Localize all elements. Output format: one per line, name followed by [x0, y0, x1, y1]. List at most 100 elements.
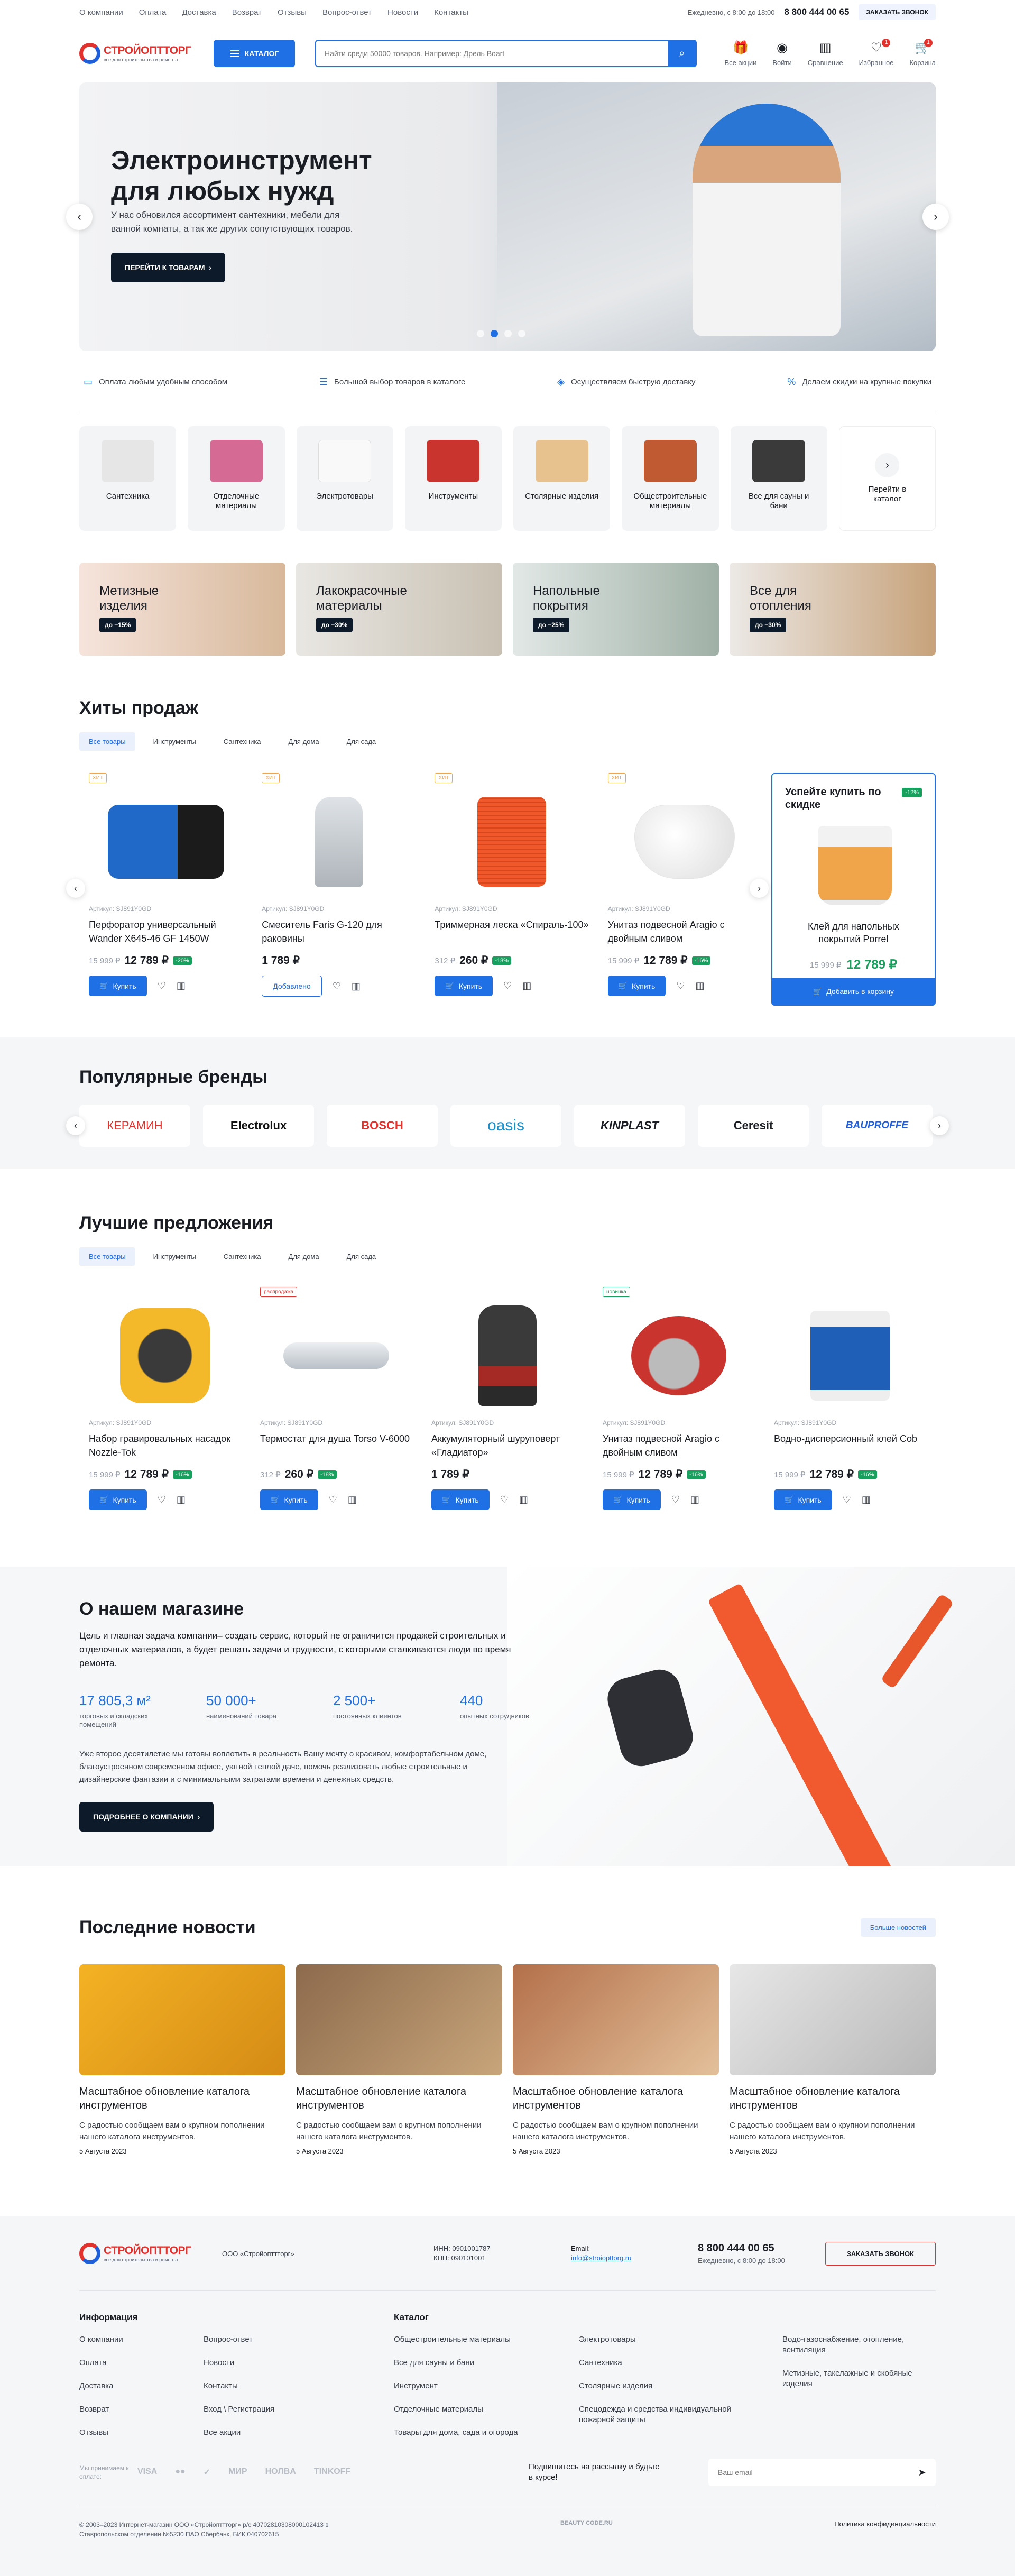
buy-button[interactable]: 🛒 Купить: [89, 1489, 147, 1510]
footer-link[interactable]: О компании: [79, 2334, 204, 2345]
tab-garden[interactable]: Для сада: [337, 732, 386, 751]
top-nav-link[interactable]: Новости: [387, 8, 418, 17]
hero-dot-active[interactable]: [491, 330, 498, 337]
email-link[interactable]: info@stroiopttorg.ru: [571, 2253, 698, 2263]
tab-all[interactable]: Все товары: [79, 732, 135, 751]
footer-link[interactable]: Вопрос-ответ: [204, 2334, 394, 2345]
footer-link[interactable]: Общестроительные материалы: [394, 2334, 579, 2345]
tab-plumbing[interactable]: Сантехника: [214, 1247, 271, 1266]
header-login[interactable]: ◉ Войти: [772, 41, 791, 67]
catalog-button[interactable]: КАТАЛОГ: [214, 40, 295, 67]
product-name[interactable]: Триммерная леска «Спираль-100»: [435, 918, 588, 946]
footer-link[interactable]: Сантехника: [579, 2358, 782, 2368]
product-name[interactable]: Термостат для душа Torso V-6000: [260, 1432, 412, 1460]
category-card[interactable]: Столярные изделия: [513, 426, 611, 531]
logo[interactable]: СТРОЙОПТТОРГ все для строительства и рем…: [79, 43, 211, 64]
send-icon[interactable]: ➤: [908, 2467, 936, 2478]
tab-garden[interactable]: Для сада: [337, 1247, 386, 1266]
hero-prev-arrow[interactable]: ‹: [66, 204, 93, 230]
sale-product-card[interactable]: Успейте купить по скидке -12% Клей для н…: [771, 773, 936, 1006]
heart-icon[interactable]: ♡: [158, 1494, 166, 1505]
compare-icon[interactable]: ▥: [862, 1494, 871, 1505]
news-card[interactable]: Масштабное обновление каталога инструмен…: [513, 1964, 719, 2155]
developer-logo[interactable]: BEAUTY CODE.RU: [560, 2520, 613, 2526]
buy-button[interactable]: 🛒 Купить: [435, 976, 493, 996]
top-nav-link[interactable]: Вопрос-ответ: [322, 8, 372, 17]
heart-icon[interactable]: ♡: [500, 1494, 509, 1505]
brand-logo[interactable]: BOSCH: [327, 1105, 438, 1147]
tab-all[interactable]: Все товары: [79, 1247, 135, 1266]
heart-icon[interactable]: ♡: [676, 980, 685, 991]
heart-icon[interactable]: ♡: [503, 980, 512, 991]
brand-logo[interactable]: КЕРАМИН: [79, 1105, 190, 1147]
top-nav-link[interactable]: О компании: [79, 8, 123, 17]
header-favorites[interactable]: ♡ 1 Избранное: [859, 38, 893, 67]
product-name[interactable]: Смеситель Faris G-120 для раковины: [262, 918, 416, 946]
footer-link[interactable]: Оплата: [79, 2358, 204, 2368]
footer-link[interactable]: Отделочные материалы: [394, 2404, 579, 2415]
more-news-button[interactable]: Больше новостей: [860, 1918, 936, 1937]
hero-dot[interactable]: [477, 330, 484, 337]
footer-callback-button[interactable]: ЗАКАЗАТЬ ЗВОНОК: [825, 2241, 936, 2266]
promo-banner[interactable]: Все для отопления до −30%: [730, 563, 936, 656]
compare-icon[interactable]: ▥: [690, 1494, 699, 1505]
heart-icon[interactable]: ♡: [843, 1494, 851, 1505]
promo-banner[interactable]: Метизные изделия до −15%: [79, 563, 285, 656]
brand-logo[interactable]: Electrolux: [203, 1105, 314, 1147]
phone-number[interactable]: 8 800 444 00 65: [698, 2242, 809, 2255]
product-name[interactable]: Набор гравировальных насадок Nozzle-Tok: [89, 1432, 241, 1460]
added-button[interactable]: Добавлено: [262, 976, 322, 997]
top-nav-link[interactable]: Возврат: [232, 8, 262, 17]
brands-next-arrow[interactable]: ›: [930, 1116, 949, 1135]
buy-button[interactable]: 🛒 Купить: [431, 1489, 490, 1510]
footer-link[interactable]: Контакты: [204, 2381, 394, 2391]
product-card[interactable]: ХИТ Артикул: SJ891Y0GD Смеситель Faris G…: [252, 773, 425, 1011]
header-sales[interactable]: 🎁 Все акции: [724, 41, 756, 67]
news-card[interactable]: Масштабное обновление каталога инструмен…: [79, 1964, 285, 2155]
footer-link[interactable]: Инструмент: [394, 2381, 579, 2391]
compare-icon[interactable]: ▥: [695, 980, 704, 991]
header-cart[interactable]: 🛒 1 Корзина: [909, 38, 936, 67]
buy-button[interactable]: 🛒 Купить: [603, 1489, 661, 1510]
category-card[interactable]: Отделочные материалы: [188, 426, 285, 531]
top-nav-link[interactable]: Отзывы: [278, 8, 307, 17]
compare-icon[interactable]: ▥: [352, 981, 361, 992]
product-name[interactable]: Перфоратор универсальный Wander X645-46 …: [89, 918, 243, 946]
compare-icon[interactable]: ▥: [177, 980, 186, 991]
search-input[interactable]: [316, 49, 668, 58]
product-card[interactable]: ХИТ Артикул: SJ891Y0GD Триммерная леска …: [425, 773, 598, 1011]
category-card[interactable]: Электротовары: [296, 426, 393, 531]
brand-logo[interactable]: Ceresit: [698, 1105, 809, 1147]
product-name[interactable]: Унитаз подвесной Aragio с двойным сливом: [608, 918, 762, 946]
hero-next-arrow[interactable]: ›: [922, 204, 949, 230]
footer-logo[interactable]: СТРОЙОПТТОРГ все для строительства и ремо…: [79, 2243, 211, 2264]
heart-icon[interactable]: ♡: [158, 980, 166, 991]
product-name[interactable]: Водно-дисперсионный клей Cob: [774, 1432, 926, 1460]
top-nav-link[interactable]: Доставка: [182, 8, 216, 17]
footer-link[interactable]: Товары для дома, сада и огорода: [394, 2427, 579, 2438]
footer-link[interactable]: Новости: [204, 2358, 394, 2368]
brand-logo[interactable]: BAUPROFFE: [822, 1105, 933, 1147]
hits-next-arrow[interactable]: ›: [750, 879, 769, 898]
buy-button[interactable]: 🛒 Купить: [607, 976, 666, 996]
hero-cta-button[interactable]: ПЕРЕЙТИ К ТОВАРАМ ›: [111, 253, 226, 282]
brands-prev-arrow[interactable]: ‹: [66, 1116, 85, 1135]
tab-home[interactable]: Для дома: [279, 1247, 329, 1266]
about-more-button[interactable]: ПОДРОБНЕЕ О КОМПАНИИ ›: [79, 1802, 214, 1832]
category-card[interactable]: Сантехника: [79, 426, 177, 531]
compare-icon[interactable]: ▥: [519, 1494, 528, 1505]
top-nav-link[interactable]: Контакты: [434, 8, 468, 17]
compare-icon[interactable]: ▥: [522, 980, 531, 991]
footer-link[interactable]: Все акции: [204, 2427, 394, 2438]
category-more-card[interactable]: › Перейти в каталог: [838, 426, 936, 531]
tab-tools[interactable]: Инструменты: [144, 732, 206, 751]
footer-link[interactable]: Столярные изделия: [579, 2381, 782, 2391]
tab-home[interactable]: Для дома: [279, 732, 329, 751]
product-card[interactable]: ХИТ Артикул: SJ891Y0GD Перфоратор универ…: [79, 773, 252, 1011]
footer-link[interactable]: Отзывы: [79, 2427, 204, 2438]
product-card[interactable]: Артикул: SJ891Y0GD Аккумуляторный шурупо…: [422, 1287, 593, 1525]
footer-link[interactable]: Спецодежда и средства индивидуальной пож…: [579, 2404, 732, 2425]
footer-link[interactable]: Электротовары: [579, 2334, 782, 2345]
product-card[interactable]: ХИТ Артикул: SJ891Y0GD Унитаз подвесной …: [598, 773, 771, 1011]
header-compare[interactable]: ▥ Сравнение: [808, 41, 843, 67]
